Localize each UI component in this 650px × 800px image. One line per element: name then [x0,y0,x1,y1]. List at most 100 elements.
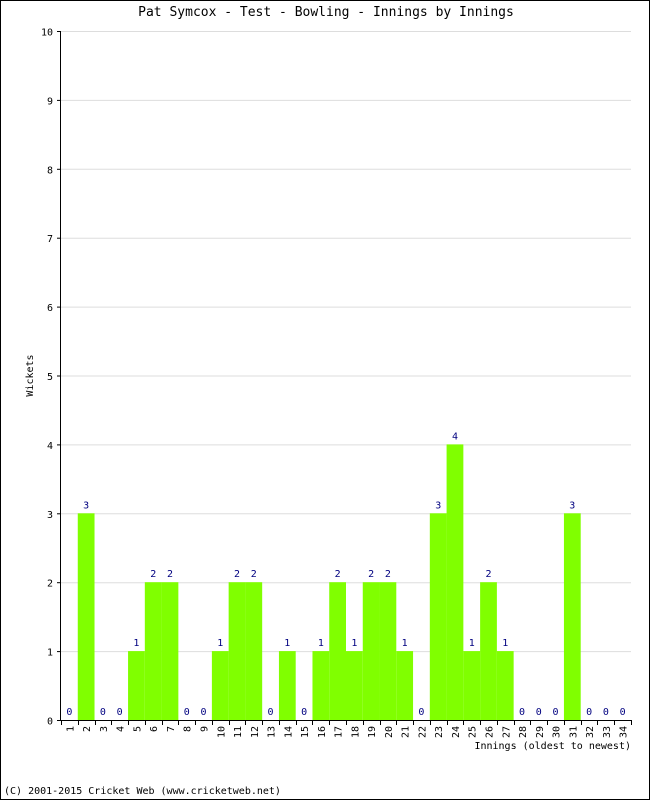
x-tick-label: 12 [250,726,261,738]
x-tick-label: 18 [350,726,361,738]
x-tick-label: 34 [619,726,630,738]
y-tick-label: 1 [47,648,53,659]
x-tick-label: 29 [535,726,546,738]
x-tick-label: 3 [99,726,110,732]
bar-value-label: 1 [402,638,408,649]
bar-value-label: 0 [536,707,542,718]
bar-value-label: 3 [569,500,575,511]
bar [463,651,481,720]
x-tick-label: 21 [401,726,412,738]
bar-value-label: 2 [485,569,491,580]
bar-value-label: 4 [452,431,458,442]
x-tick-label: 13 [267,726,278,738]
bar [245,582,263,720]
bar-chart: 012345678910030 012 20 012 20101212 210341210… [25,28,632,752]
bar-value-label: 2 [385,569,391,580]
bar-value-label: 2 [234,569,240,580]
x-tick-label: 2 [82,726,93,732]
x-tick-label: 31 [568,726,579,738]
bar [396,651,414,720]
bar [429,513,447,720]
y-axis-label: Wickets [25,354,36,396]
bar [379,582,397,720]
bar-value-label: 1 [469,638,475,649]
bar [144,582,162,720]
x-tick-label: 1 [65,726,76,732]
x-tick-label: 14 [283,726,294,738]
bar [312,651,330,720]
x-tick-label: 26 [485,726,496,738]
y-tick-label: 5 [47,372,53,383]
y-tick-label: 8 [47,165,53,176]
x-tick-label: 27 [501,726,512,738]
bar-value-label: 1 [284,638,290,649]
bar [563,513,581,720]
bar [77,513,95,720]
y-tick-label: 10 [41,28,53,39]
bar-value-label: 0 [268,707,274,718]
x-tick-label: 9 [200,726,211,732]
bar-value-label: 2 [251,569,257,580]
y-tick-label: 9 [47,96,53,107]
bar-value-label: 2 [150,569,156,580]
x-tick-label: 17 [334,726,345,738]
y-tick-label: 6 [47,303,53,314]
bar-value-label: 1 [133,638,139,649]
copyright-footer: (C) 2001-2015 Cricket Web (www.cricketwe… [4,786,281,797]
x-tick-label: 19 [367,726,378,738]
y-tick-label: 0 [47,717,53,728]
bar [329,582,346,720]
bar-value-label: 0 [200,707,206,718]
chart-frame: Pat Symcox - Test - Bowling - Innings by… [0,0,650,800]
x-tick-label: 24 [451,726,462,738]
x-tick-label: 25 [468,726,479,738]
y-tick-label: 2 [47,579,53,590]
y-tick-label: 7 [47,234,53,245]
bar [496,651,514,720]
bar-value-label: 0 [100,707,106,718]
bar [228,582,246,720]
x-tick-label: 4 [116,726,127,732]
x-tick-label: 11 [233,726,244,738]
bar-value-label: 3 [83,500,89,511]
bar-value-label: 0 [418,707,424,718]
x-tick-label: 16 [317,726,328,738]
bar-value-label: 2 [335,569,341,580]
bar-value-label: 1 [217,638,223,649]
x-tick-label: 10 [216,726,227,738]
x-tick-label: 22 [417,726,428,738]
x-tick-label: 7 [166,726,177,732]
x-tick-label: 5 [132,726,143,732]
x-tick-label: 20 [384,726,395,738]
y-tick-label: 4 [47,441,53,452]
bar-value-label: 0 [117,707,123,718]
bar [346,651,363,720]
x-tick-label: 6 [149,726,160,732]
bar-value-label: 2 [368,569,374,580]
bar-value-label: 1 [351,638,357,649]
bar-value-label: 0 [66,707,72,718]
x-tick-label: 32 [585,726,596,738]
x-tick-label: 28 [518,726,529,738]
bar-value-label: 0 [553,707,559,718]
bar-value-label: 1 [502,638,508,649]
bar-value-label: 0 [301,707,307,718]
x-tick-label: 23 [434,726,445,738]
x-tick-label: 33 [602,726,613,738]
bar-value-label: 0 [620,707,626,718]
bar-value-label: 0 [519,707,525,718]
bar [278,651,296,720]
bar-value-label: 0 [603,707,609,718]
y-tick-label: 3 [47,510,53,521]
bar-value-label: 0 [184,707,190,718]
bar [161,582,179,720]
bar [211,651,229,720]
bar-value-label: 1 [318,638,324,649]
bar-value-label: 3 [435,500,441,511]
bar [128,651,145,720]
bar [362,582,380,720]
x-axis-label: Innings (oldest to newest) [474,741,631,752]
x-tick-label: 8 [183,726,194,732]
bar [480,582,497,720]
bar-value-label: 2 [167,569,173,580]
